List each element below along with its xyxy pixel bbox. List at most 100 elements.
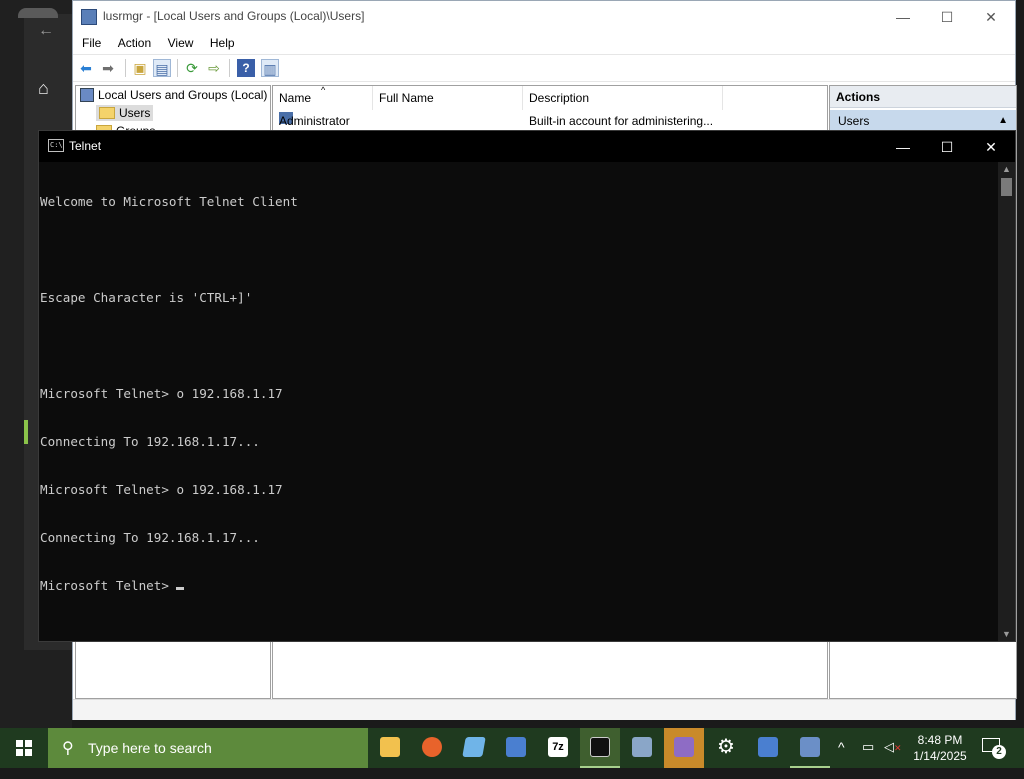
column-header-full-name[interactable]: Full Name — [373, 86, 523, 110]
telnet-maximize-button[interactable]: ☐ — [925, 134, 969, 160]
console-line: Connecting To 192.168.1.17... — [40, 434, 260, 449]
console-icon: C:\ — [48, 139, 64, 152]
telnet-window: C:\ Telnet — ☐ ✕ Welcome to Microsoft Te… — [38, 130, 1016, 642]
show-hidden-icons-chevron-icon[interactable]: ^ — [838, 739, 854, 779]
tree-root[interactable]: Local Users and Groups (Local) — [80, 88, 267, 102]
console-line: Connecting To 192.168.1.17... — [40, 530, 260, 545]
console-line: Welcome to Microsoft Telnet Client — [40, 194, 298, 209]
lusrmgr-icon — [800, 737, 820, 757]
back-arrow-icon[interactable]: ⬅ — [77, 59, 95, 77]
scroll-up-arrow-icon[interactable]: ▲ — [998, 162, 1015, 176]
search-placeholder: Type here to search — [88, 740, 212, 756]
up-folder-icon[interactable]: ▣ — [131, 59, 149, 77]
taskbar-app-network[interactable] — [748, 728, 788, 768]
actions-users-section[interactable]: Users ▲ — [830, 110, 1016, 132]
taskbar-app-remote-desktop[interactable] — [496, 728, 536, 768]
firefox-icon — [422, 737, 442, 757]
network-tray-icon[interactable]: ▭ — [862, 739, 878, 779]
7zip-icon: 7z — [548, 737, 568, 757]
telnet-close-button[interactable]: ✕ — [969, 134, 1013, 160]
console-scrollbar[interactable]: ▲ ▼ — [998, 162, 1015, 641]
lusrmgr-title: lusrmgr - [Local Users and Groups (Local… — [103, 9, 365, 23]
network-icon — [758, 737, 778, 757]
forward-arrow-icon[interactable]: ➡ — [99, 59, 117, 77]
taskbar-app-computer-management[interactable] — [622, 728, 662, 768]
notepad-icon — [462, 737, 486, 757]
taskbar-search-box[interactable]: ⚲ Type here to search — [48, 728, 368, 768]
show-hide-action-pane-icon[interactable]: ▥ — [261, 59, 279, 77]
visual-studio-icon — [674, 737, 694, 757]
lusrmgr-menubar: File Action View Help — [73, 33, 1015, 53]
console-line: Microsoft Telnet> o 192.168.1.17 — [40, 386, 283, 401]
taskbar-app-notepad[interactable] — [454, 728, 494, 768]
taskbar-app-settings[interactable]: ⚙ — [706, 728, 746, 768]
menu-file[interactable]: File — [82, 33, 101, 53]
lusrmgr-titlebar[interactable]: lusrmgr - [Local Users and Groups (Local… — [73, 1, 1015, 33]
menu-view[interactable]: View — [168, 33, 194, 53]
toolbar-separator — [229, 59, 230, 77]
gear-icon: ⚙ — [717, 736, 735, 758]
taskbar-app-visual-studio[interactable] — [664, 728, 704, 768]
clock-date: 1/14/2025 — [913, 749, 967, 763]
refresh-icon[interactable]: ⟳ — [183, 59, 201, 77]
row-description-cell: Built-in account for administering... — [529, 114, 714, 128]
home-icon[interactable]: ⌂ — [38, 78, 49, 99]
console-line: Escape Character is 'CTRL+]' — [40, 290, 253, 305]
table-row[interactable]: Administrator Built-in account for admin… — [273, 112, 827, 130]
volume-muted-icon[interactable]: ◁✕ — [884, 739, 902, 779]
tree-node-users[interactable]: Users — [96, 105, 154, 121]
taskbar-clock[interactable]: 8:48 PM 1/14/2025 — [905, 732, 975, 764]
export-list-icon[interactable]: ⇨ — [205, 59, 223, 77]
text-cursor — [176, 587, 185, 590]
folder-icon — [99, 107, 115, 119]
windows-logo-icon — [16, 740, 32, 756]
taskbar-app-firefox[interactable] — [412, 728, 452, 768]
start-button[interactable] — [0, 728, 48, 768]
folder-icon — [380, 737, 400, 757]
taskbar: ⚲ Type here to search 7z ⚙ ^ ▭ ◁✕ 8:48 P… — [0, 728, 1024, 768]
computer-management-icon — [632, 737, 652, 757]
taskbar-app-lusrmgr[interactable] — [790, 728, 830, 768]
column-header-description[interactable]: Description — [523, 86, 723, 110]
toolbar-separator — [177, 59, 178, 77]
taskbar-app-telnet-console[interactable] — [580, 728, 620, 768]
telnet-minimize-button[interactable]: — — [881, 134, 925, 160]
actions-header: Actions — [830, 86, 1016, 108]
lusrmgr-app-icon — [81, 9, 97, 25]
menu-action[interactable]: Action — [118, 33, 151, 53]
lusrmgr-minimize-button[interactable]: — — [881, 5, 925, 29]
background-tab — [18, 8, 58, 18]
console-output[interactable]: Welcome to Microsoft Telnet Client Escap… — [39, 162, 1001, 641]
clock-time: 8:48 PM — [917, 733, 963, 747]
search-icon: ⚲ — [62, 740, 74, 757]
taskbar-app-file-explorer[interactable] — [370, 728, 410, 768]
toolbar-separator — [125, 59, 126, 77]
status-bar — [73, 699, 1015, 720]
console-line: Microsoft Telnet> o 192.168.1.17 — [40, 482, 283, 497]
telnet-title: Telnet — [69, 139, 102, 153]
menu-help[interactable]: Help — [210, 33, 235, 53]
computer-icon — [80, 88, 94, 102]
show-hide-tree-icon[interactable]: ▤ — [153, 59, 171, 77]
console-prompt-line[interactable]: Microsoft Telnet> — [40, 578, 1001, 594]
sort-ascending-icon: ^ — [321, 85, 326, 95]
help-icon[interactable]: ? — [237, 59, 255, 77]
remote-desktop-icon — [506, 737, 526, 757]
scroll-down-arrow-icon[interactable]: ▼ — [998, 627, 1015, 641]
column-header-name[interactable]: Name ^ — [273, 85, 373, 110]
back-arrow-icon[interactable]: ← — [38, 22, 54, 40]
selection-indicator — [24, 420, 28, 444]
lusrmgr-toolbar: ⬅ ➡ ▣ ▤ ⟳ ⇨ ? ▥ — [73, 54, 1015, 82]
telnet-titlebar[interactable]: C:\ Telnet — ☐ ✕ — [39, 131, 1015, 162]
notification-count-badge: 2 — [992, 745, 1006, 759]
lusrmgr-close-button[interactable]: ✕ — [969, 5, 1013, 29]
taskbar-app-7zip[interactable]: 7z — [538, 728, 578, 768]
scrollbar-thumb[interactable] — [1001, 178, 1012, 196]
collapse-arrow-icon[interactable]: ▲ — [998, 110, 1008, 132]
console-prompt: Microsoft Telnet> — [40, 578, 177, 593]
notification-center-button[interactable]: 2 — [982, 738, 1006, 759]
lusrmgr-maximize-button[interactable]: ☐ — [925, 5, 969, 29]
console-icon — [590, 737, 610, 757]
